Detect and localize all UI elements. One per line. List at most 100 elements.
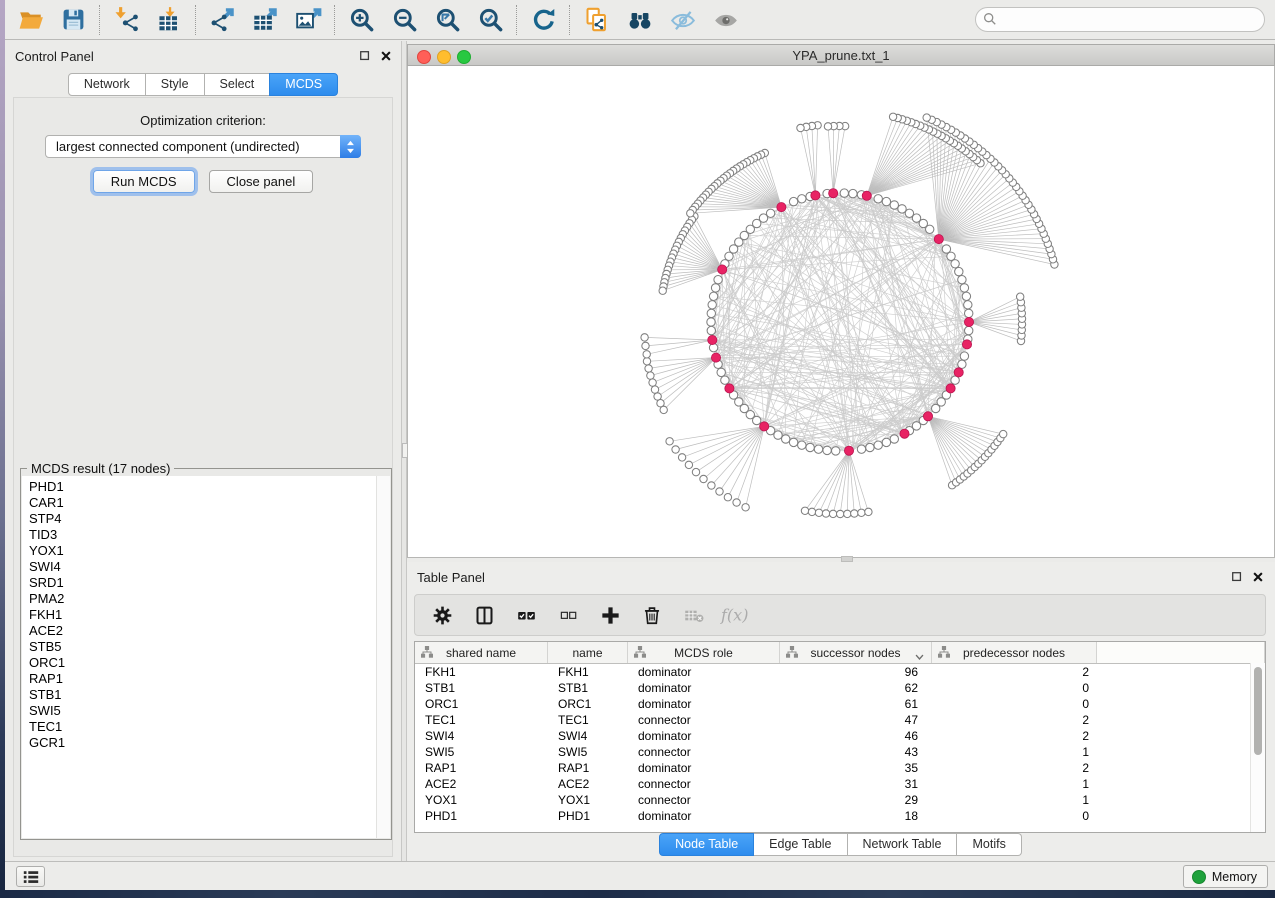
column-header-name[interactable]: name xyxy=(548,642,628,663)
mcds-hub-node[interactable] xyxy=(962,340,971,349)
ring-node[interactable] xyxy=(882,438,890,446)
close-panel-icon[interactable] xyxy=(1252,571,1264,583)
table-scrollbar-thumb[interactable] xyxy=(1254,667,1262,755)
ring-node[interactable] xyxy=(707,326,715,334)
leaf-node[interactable] xyxy=(889,113,896,120)
leaf-node[interactable] xyxy=(829,510,836,517)
mcds-result-node[interactable]: SWI4 xyxy=(29,559,377,575)
ring-node[interactable] xyxy=(711,284,719,292)
leaf-node[interactable] xyxy=(797,124,804,131)
zoom-selected-button[interactable] xyxy=(469,2,512,38)
table-row[interactable]: STB1STB1dominator620 xyxy=(415,680,1265,696)
tab-select[interactable]: Select xyxy=(205,73,271,96)
column-header-shared-name[interactable]: shared name xyxy=(415,642,548,663)
close-panel-button[interactable]: Close panel xyxy=(209,170,314,193)
mcds-hub-node[interactable] xyxy=(862,191,871,200)
ring-node[interactable] xyxy=(890,201,898,209)
ring-node[interactable] xyxy=(714,276,722,284)
tab-motifs[interactable]: Motifs xyxy=(957,833,1021,856)
delete-columns-button[interactable] xyxy=(639,601,665,629)
leaf-node[interactable] xyxy=(815,509,822,516)
leaf-node[interactable] xyxy=(724,494,731,501)
tab-mcds[interactable]: MCDS xyxy=(269,73,338,96)
ring-node[interactable] xyxy=(890,435,898,443)
refresh-layout-button[interactable] xyxy=(522,2,565,38)
ring-node[interactable] xyxy=(942,245,950,253)
table-row[interactable]: ACE2ACE2connector311 xyxy=(415,776,1265,792)
export-network-button[interactable] xyxy=(201,2,244,38)
mcds-hub-node[interactable] xyxy=(725,384,734,393)
leaf-node[interactable] xyxy=(865,508,872,515)
mcds-result-node[interactable]: STB1 xyxy=(29,687,377,703)
table-row[interactable]: PHD1PHD1dominator180 xyxy=(415,808,1265,824)
table-row[interactable]: TEC1TEC1connector472 xyxy=(415,712,1265,728)
leaf-node[interactable] xyxy=(651,386,658,393)
ring-node[interactable] xyxy=(753,416,761,424)
mcds-hub-node[interactable] xyxy=(811,191,820,200)
leaf-node[interactable] xyxy=(851,510,858,517)
unselect-all-columns-button[interactable] xyxy=(555,601,581,629)
leaf-node[interactable] xyxy=(1000,430,1007,437)
ring-node[interactable] xyxy=(832,447,840,455)
show-column-panel-button[interactable] xyxy=(471,601,497,629)
ring-node[interactable] xyxy=(955,267,963,275)
mcds-result-node[interactable]: RAP1 xyxy=(29,671,377,687)
column-header-successors[interactable]: successor nodes xyxy=(780,642,932,663)
ring-node[interactable] xyxy=(958,360,966,368)
ring-node[interactable] xyxy=(708,301,716,309)
ring-node[interactable] xyxy=(823,446,831,454)
mcds-result-node[interactable]: ACE2 xyxy=(29,623,377,639)
ring-node[interactable] xyxy=(721,376,729,384)
leaf-node[interactable] xyxy=(700,475,707,482)
mcds-hub-node[interactable] xyxy=(934,235,943,244)
leaf-node[interactable] xyxy=(643,351,650,358)
select-all-columns-button[interactable] xyxy=(513,601,539,629)
mcds-result-node[interactable]: PMA2 xyxy=(29,591,377,607)
leaf-node[interactable] xyxy=(1017,293,1024,300)
table-row[interactable]: FKH1FKH1dominator962 xyxy=(415,664,1265,680)
mcds-hub-node[interactable] xyxy=(760,422,769,431)
ring-node[interactable] xyxy=(965,326,973,334)
leaf-node[interactable] xyxy=(844,510,851,517)
network-canvas[interactable] xyxy=(407,66,1275,558)
create-column-button[interactable] xyxy=(597,601,623,629)
close-panel-icon[interactable] xyxy=(380,50,392,62)
leaf-node[interactable] xyxy=(642,342,649,349)
mcds-hub-node[interactable] xyxy=(844,446,853,455)
leaf-node[interactable] xyxy=(660,406,667,413)
table-row[interactable]: SWI4SWI4dominator462 xyxy=(415,728,1265,744)
tab-style[interactable]: Style xyxy=(146,73,205,96)
ring-node[interactable] xyxy=(840,189,848,197)
leaf-node[interactable] xyxy=(733,499,740,506)
run-mcds-button[interactable]: Run MCDS xyxy=(93,170,195,193)
table-row[interactable]: YOX1YOX1connector291 xyxy=(415,792,1265,808)
leaf-node[interactable] xyxy=(678,454,685,461)
show-hidden-panels-button[interactable] xyxy=(16,866,45,887)
ring-node[interactable] xyxy=(960,352,968,360)
ring-node[interactable] xyxy=(964,301,972,309)
export-image-button[interactable] xyxy=(287,2,330,38)
network-graph[interactable] xyxy=(408,66,1274,556)
mcds-result-node[interactable]: ORC1 xyxy=(29,655,377,671)
leaf-node[interactable] xyxy=(641,334,648,341)
mcds-hub-node[interactable] xyxy=(964,317,973,326)
memory-button[interactable]: Memory xyxy=(1183,865,1268,888)
leaf-node[interactable] xyxy=(645,365,652,372)
mcds-hub-node[interactable] xyxy=(900,429,909,438)
mcds-result-node[interactable]: FKH1 xyxy=(29,607,377,623)
leaf-node[interactable] xyxy=(716,488,723,495)
ring-node[interactable] xyxy=(707,318,715,326)
mcds-result-node[interactable]: TEC1 xyxy=(29,719,377,735)
mcds-hub-node[interactable] xyxy=(923,412,932,421)
ring-node[interactable] xyxy=(707,309,715,317)
ring-node[interactable] xyxy=(814,445,822,453)
leaf-node[interactable] xyxy=(801,507,808,514)
ring-node[interactable] xyxy=(798,195,806,203)
ring-node[interactable] xyxy=(958,276,966,284)
mcds-result-node[interactable]: SRD1 xyxy=(29,575,377,591)
ring-node[interactable] xyxy=(789,438,797,446)
ring-node[interactable] xyxy=(709,292,717,300)
criterion-select[interactable]: largest connected component (undirected) xyxy=(45,135,361,158)
hide-selected-button[interactable] xyxy=(661,2,704,38)
mcds-result-node[interactable]: STP4 xyxy=(29,511,377,527)
